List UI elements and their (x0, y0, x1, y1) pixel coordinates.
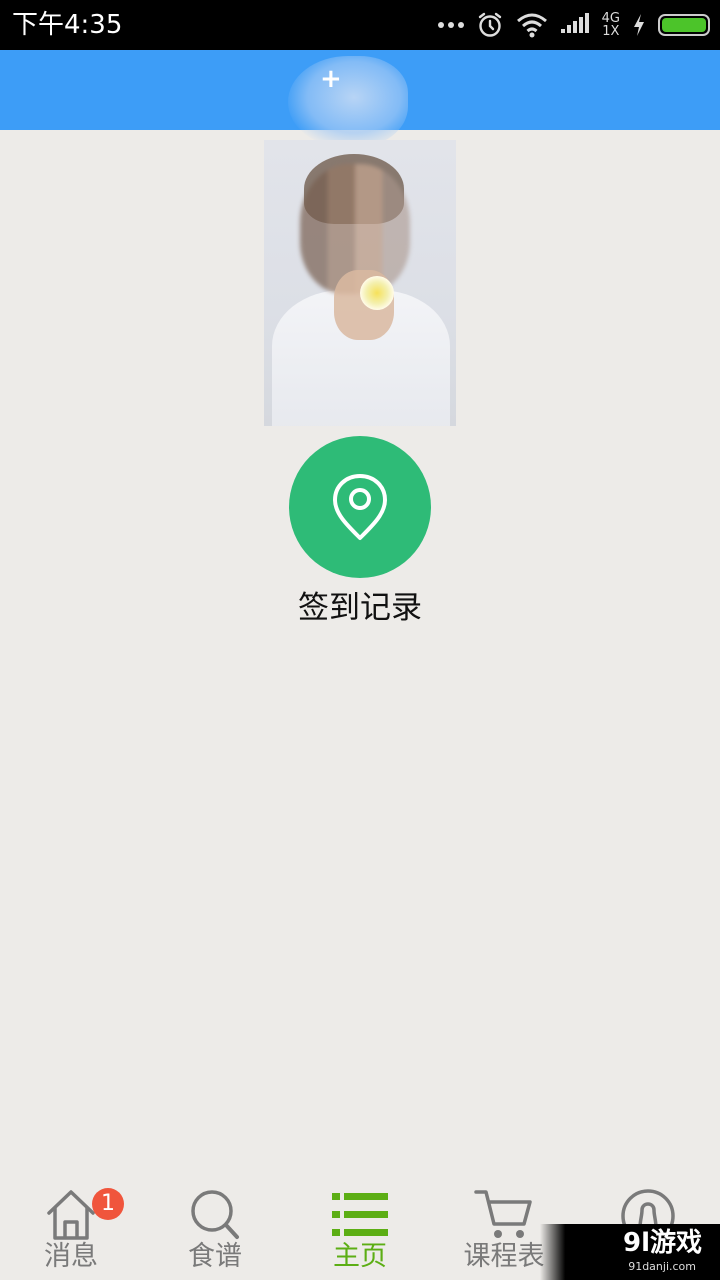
nav-label-home: 主页 (333, 1241, 387, 1272)
signal-icon (560, 13, 589, 33)
network-type: 4G 1X (602, 12, 620, 38)
messages-badge: 1 (92, 1188, 124, 1220)
nav-item-messages[interactable]: 1 消息 (6, 1180, 136, 1280)
nav-label-messages: 消息 (44, 1241, 98, 1272)
nav-item-home[interactable]: 主页 (295, 1180, 425, 1280)
home-icon (47, 1190, 95, 1240)
more-dots-icon (437, 22, 464, 28)
location-pin-icon (333, 474, 387, 540)
status-bar: 下午4:35 4G 1X (0, 0, 720, 50)
header-title-blur (288, 56, 408, 148)
cart-icon (474, 1190, 532, 1238)
network-bottom: 1X (602, 24, 620, 39)
header-bar: + (0, 50, 720, 148)
battery-level (662, 18, 706, 32)
list-icon (332, 1193, 388, 1236)
checkin-record-button[interactable] (289, 436, 431, 578)
nav-label-recipes: 食谱 (188, 1241, 242, 1272)
nav-item-recipes[interactable]: 食谱 (150, 1180, 280, 1280)
alarm-icon (478, 12, 501, 37)
status-time: 下午4:35 (12, 10, 123, 40)
checkin-record-label[interactable]: 签到记录 (0, 588, 720, 628)
search-icon (191, 1190, 239, 1239)
wifi-icon (516, 13, 547, 38)
watermark: 9l游戏 91danji.com (540, 1224, 720, 1280)
profile-photo[interactable] (264, 140, 456, 426)
watermark-text: 9l游戏 (622, 1228, 702, 1258)
status-icons: 4G 1X (437, 0, 710, 50)
battery-icon (658, 14, 710, 36)
watermark-sub: 91danji.com (628, 1260, 696, 1273)
photo-flower (360, 276, 394, 310)
charging-icon (634, 14, 644, 36)
header-title: + (320, 64, 342, 94)
